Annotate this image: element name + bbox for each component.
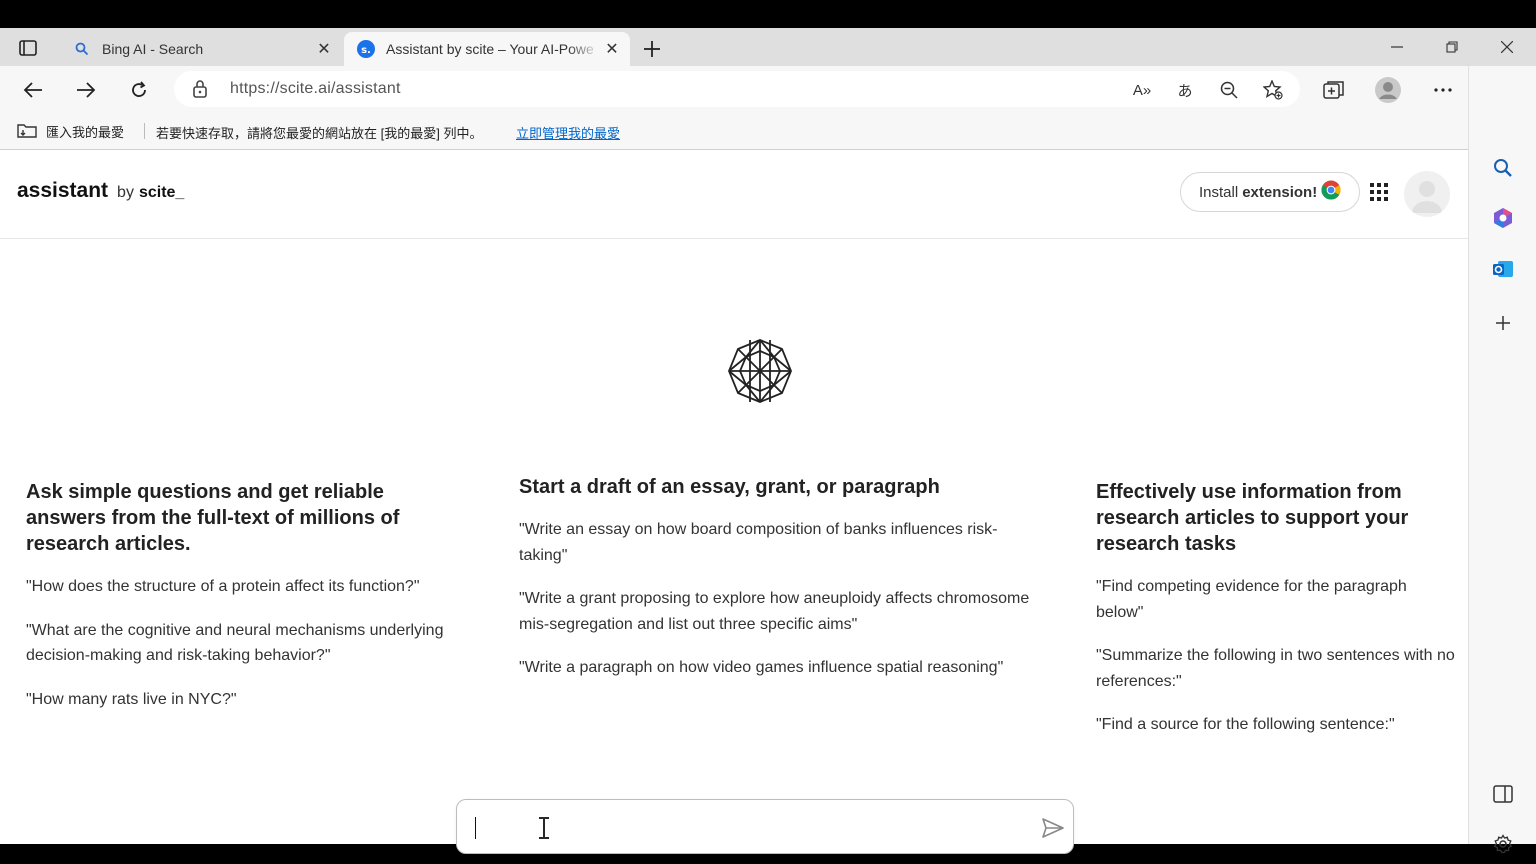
sidebar-panel-toggle-icon[interactable] (1487, 778, 1519, 810)
collections-icon[interactable] (1318, 74, 1350, 106)
zoom-out-icon[interactable] (1216, 77, 1242, 103)
more-menu-icon[interactable] (1427, 74, 1459, 106)
address-toolbar: https://scite.ai/assistant A» あ (0, 66, 1536, 112)
example-prompt[interactable]: "Find a source for the following sentenc… (1096, 712, 1456, 738)
example-prompt[interactable]: "Write a paragraph on how video games in… (519, 655, 1039, 681)
example-prompt[interactable]: "Summarize the following in two sentence… (1096, 643, 1456, 694)
svg-text:s.: s. (361, 45, 371, 56)
import-folder-icon (16, 121, 38, 142)
add-favorite-star-icon[interactable] (1260, 77, 1286, 103)
scite-favicon-icon: s. (356, 39, 376, 59)
example-prompt[interactable]: "Write an essay on how board composition… (519, 517, 1039, 568)
tab-bing-search[interactable]: Bing AI - Search ✕ (60, 32, 342, 66)
lock-icon[interactable] (192, 79, 208, 104)
install-prefix: Install (1199, 183, 1239, 201)
brand-company: scite_ (138, 184, 185, 201)
tab-strip: Bing AI - Search ✕ s. Assistant by scite… (0, 28, 1536, 66)
close-icon[interactable]: ✕ (312, 37, 336, 61)
tab-scite-assistant[interactable]: s. Assistant by scite – Your AI-Powe ✕ (344, 32, 630, 66)
chat-input[interactable] (456, 799, 1074, 854)
favorites-divider (144, 123, 145, 139)
read-aloud-icon[interactable]: A» (1129, 77, 1155, 103)
url-text: https://scite.ai/assistant (230, 80, 401, 97)
forward-arrow-icon[interactable] (70, 74, 102, 106)
column-heading: Effectively use information from researc… (1096, 481, 1409, 555)
example-prompt[interactable]: "What are the cognitive and neural mecha… (26, 618, 446, 669)
column-heading: Ask simple questions and get reliable an… (26, 481, 400, 555)
example-prompt[interactable]: "Find competing evidence for the paragra… (1096, 574, 1456, 625)
assistant-brain-logo-icon (726, 337, 794, 405)
send-icon[interactable] (1039, 814, 1067, 842)
new-tab-plus-icon[interactable] (638, 36, 666, 62)
profile-avatar-icon[interactable] (1372, 74, 1404, 106)
close-window-icon[interactable] (1487, 34, 1527, 60)
import-favorites-label: 匯入我的最愛 (46, 125, 125, 140)
close-icon[interactable]: ✕ (600, 37, 624, 61)
apps-grid-icon[interactable] (1366, 179, 1392, 205)
user-avatar-icon[interactable] (1404, 171, 1450, 217)
screen: Bing AI - Search ✕ s. Assistant by scite… (0, 0, 1536, 864)
example-prompt[interactable]: "How many rats live in NYC?" (26, 687, 446, 713)
column-ask-questions: Ask simple questions and get reliable an… (26, 479, 446, 730)
text-caret (475, 817, 476, 839)
translate-icon[interactable]: あ (1172, 77, 1198, 103)
tab-title: Assistant by scite – Your AI-Powe (386, 41, 594, 57)
back-arrow-icon[interactable] (17, 74, 49, 106)
manage-favorites-link[interactable]: 立即管理我的最愛 (516, 123, 620, 142)
brand-by: by (117, 184, 134, 201)
sidebar-copilot-apps-icon[interactable] (1487, 202, 1519, 234)
column-heading: Start a draft of an essay, grant, or par… (519, 476, 940, 498)
app-header: assistant by scite_ Install extension! (0, 151, 1468, 239)
address-bar[interactable]: https://scite.ai/assistant A» あ (174, 71, 1300, 107)
example-prompt[interactable]: "Write a grant proposing to explore how … (519, 586, 1039, 637)
tab-title: Bing AI - Search (102, 41, 204, 57)
chrome-logo-icon (1321, 180, 1341, 204)
restore-icon[interactable] (1432, 34, 1472, 60)
install-extension-button[interactable]: Install extension! (1180, 172, 1360, 212)
favorites-bar: 匯入我的最愛 若要快速存取，請將您最愛的網站放在 [我的最愛] 列中。 立即管理… (0, 112, 1468, 150)
browser-window: Bing AI - Search ✕ s. Assistant by scite… (0, 28, 1536, 854)
column-use-research: Effectively use information from researc… (1096, 479, 1456, 756)
sidebar-add-icon[interactable] (1487, 307, 1519, 339)
refresh-icon[interactable] (123, 74, 155, 106)
tab-actions-icon[interactable] (10, 35, 46, 61)
favorites-hint: 若要快速存取，請將您最愛的網站放在 [我的最愛] 列中。 (156, 126, 483, 141)
column-start-draft: Start a draft of an essay, grant, or par… (519, 474, 1039, 699)
search-icon (72, 39, 92, 59)
install-bold: extension! (1242, 183, 1318, 201)
example-prompt[interactable]: "How does the structure of a protein aff… (26, 574, 446, 600)
ibeam-cursor-icon (537, 816, 551, 845)
sidebar-search-icon[interactable] (1487, 152, 1519, 184)
page-content: assistant by scite_ Install extension! A… (0, 151, 1468, 854)
edge-sidebar (1468, 66, 1536, 854)
sidebar-outlook-icon[interactable] (1487, 253, 1519, 285)
brand-logo[interactable]: assistant by scite_ (17, 179, 184, 203)
settings-gear-icon[interactable] (1487, 828, 1519, 860)
brand-main: assistant (17, 179, 109, 202)
import-favorites-button[interactable]: 匯入我的最愛 (16, 121, 124, 142)
minimize-icon[interactable] (1377, 34, 1417, 60)
